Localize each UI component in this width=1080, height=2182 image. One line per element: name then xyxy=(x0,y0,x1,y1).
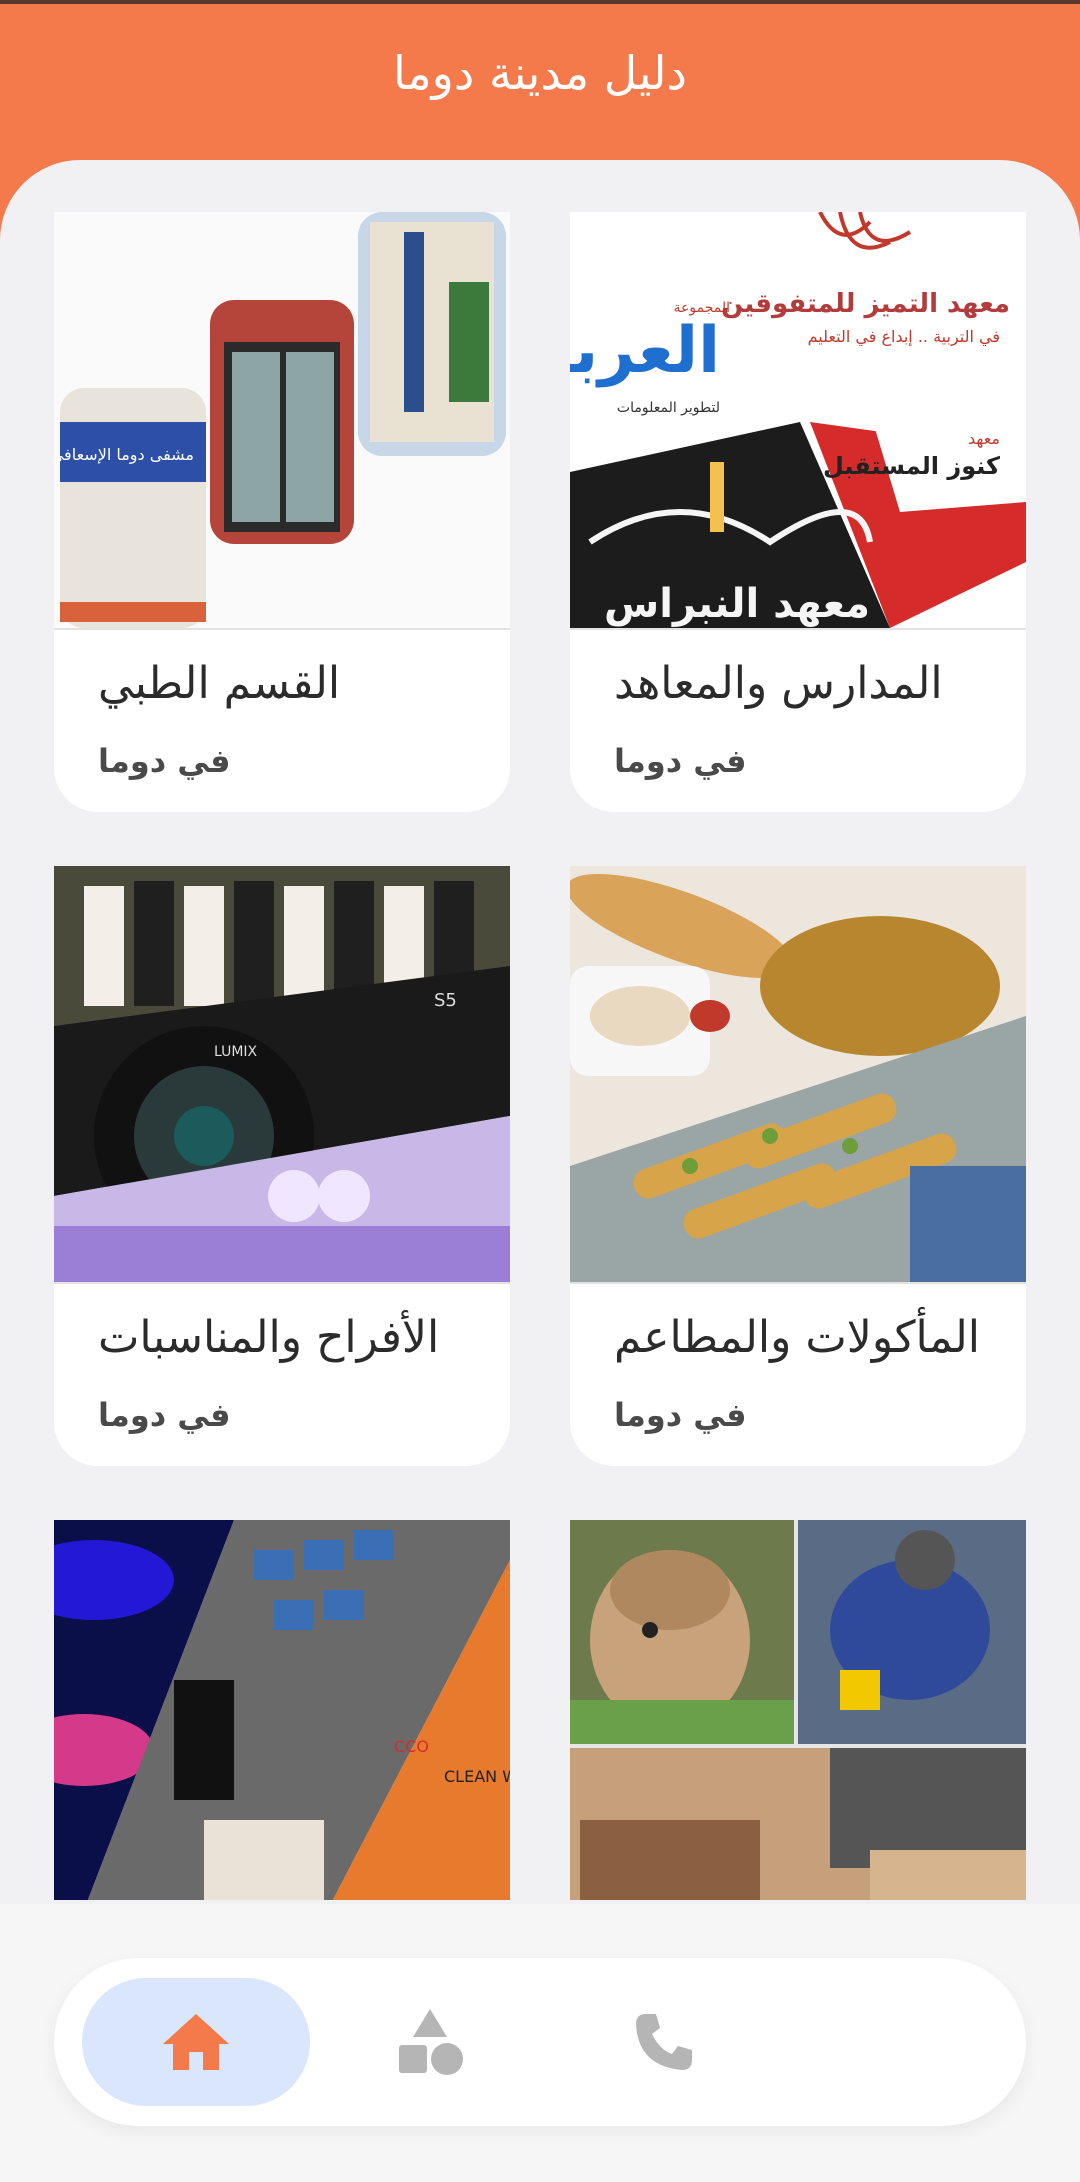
image-text: CCO xyxy=(394,1737,429,1756)
page-title: دليل مدينة دوما xyxy=(393,46,687,100)
category-location: في دوما xyxy=(614,1396,747,1434)
category-location: في دوما xyxy=(98,742,231,780)
category-location: في دوما xyxy=(614,742,747,780)
bottom-navigation xyxy=(54,1958,1026,2126)
category-image-schools: معهد التميز للمتفوقين في التربية .. إبدا… xyxy=(570,212,1026,628)
nav-categories-button[interactable] xyxy=(316,1978,544,2106)
image-text: لتطوير المعلومات xyxy=(617,400,720,416)
image-text: LUMIX xyxy=(214,1044,258,1060)
image-text: كنوز المستقبل xyxy=(823,452,1000,480)
image-text: معهد xyxy=(968,429,1000,449)
category-card-medical[interactable]: مشفى دوما الإسعافي القسم الطبي في دوما xyxy=(54,212,510,812)
category-image-weddings: LUMIX S5 xyxy=(54,866,510,1282)
category-image-food xyxy=(570,866,1026,1282)
category-card-crafts[interactable] xyxy=(570,1520,1026,1900)
shapes-icon xyxy=(399,2009,463,2075)
category-location: في دوما xyxy=(98,1396,231,1434)
category-card-food[interactable]: المأكولات والمطاعم في دوما xyxy=(570,866,1026,1466)
image-text: معهد النبراس xyxy=(604,581,870,627)
category-image-crafts xyxy=(570,1520,1026,1900)
image-text: العربية xyxy=(570,314,720,388)
card-divider xyxy=(54,628,510,630)
category-card-hardware[interactable]: CCO CLEAN W xyxy=(54,1520,510,1900)
image-text: في التربية .. إبداع في التعليم xyxy=(808,327,1000,347)
card-divider xyxy=(570,628,1026,630)
image-text: CLEAN W xyxy=(444,1767,510,1786)
nav-home-button[interactable] xyxy=(82,1978,310,2106)
category-card-schools[interactable]: معهد التميز للمتفوقين في التربية .. إبدا… xyxy=(570,212,1026,812)
image-text: S5 xyxy=(434,990,457,1011)
card-divider xyxy=(570,1282,1026,1284)
nav-contact-button[interactable] xyxy=(550,1978,778,2106)
category-image-medical: مشفى دوما الإسعافي xyxy=(54,212,510,628)
phone-icon xyxy=(636,2014,692,2070)
category-grid[interactable]: معهد التميز للمتفوقين في التربية .. إبدا… xyxy=(0,160,1080,1900)
category-card-weddings[interactable]: LUMIX S5 الأفراح والمناسبات في دوما xyxy=(54,866,510,1466)
category-title: الأفراح والمناسبات xyxy=(98,1312,440,1363)
image-text: معهد التميز للمتفوقين xyxy=(721,289,1010,319)
category-title: القسم الطبي xyxy=(98,658,341,709)
category-title: المدارس والمعاهد xyxy=(614,658,943,709)
home-icon xyxy=(163,2014,229,2070)
card-divider xyxy=(54,1282,510,1284)
image-text: مشفى دوما الإسعافي xyxy=(54,445,194,465)
category-image-hardware: CCO CLEAN W xyxy=(54,1520,510,1900)
category-title: المأكولات والمطاعم xyxy=(614,1312,981,1363)
